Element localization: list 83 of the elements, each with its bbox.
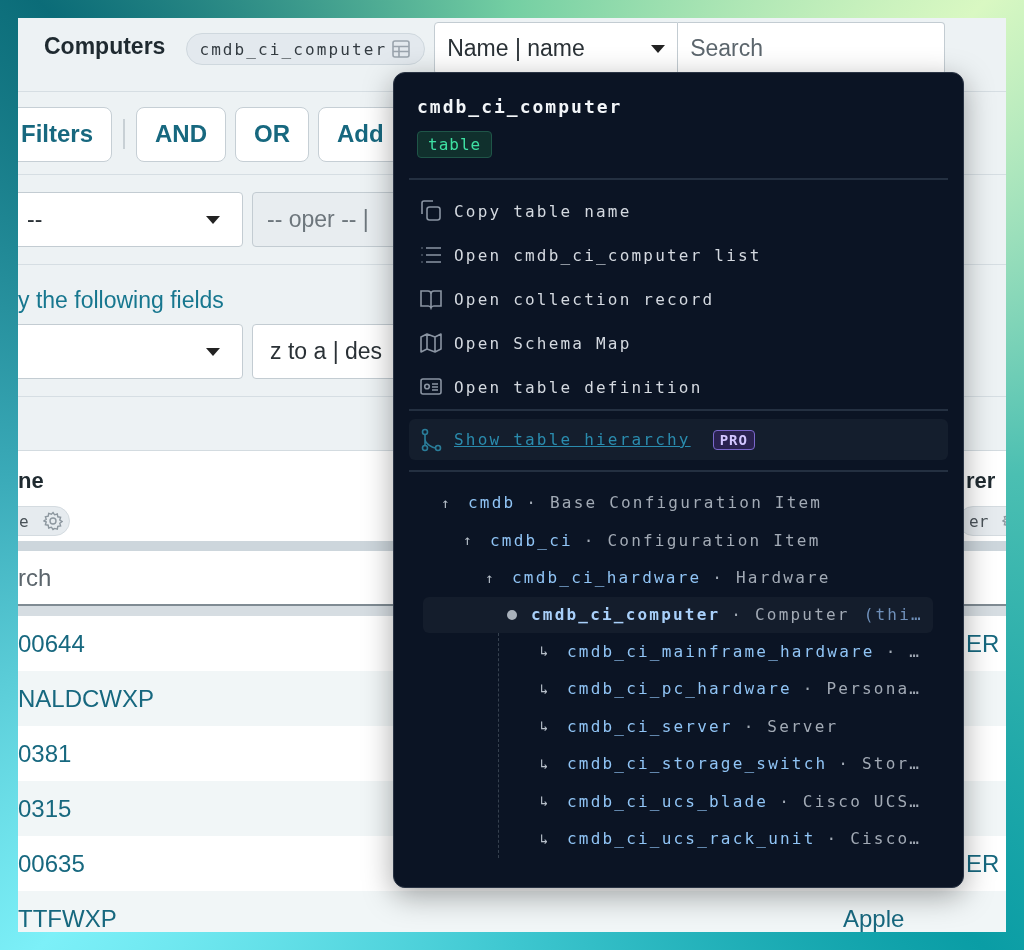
tree-item[interactable]: ↑ cmdb_ci_hardware · Hardware bbox=[423, 559, 933, 597]
tree-item[interactable]: ↳ cmdb_ci_storage_switch · Stor… bbox=[499, 745, 933, 783]
select-value: Name | name bbox=[447, 35, 585, 62]
table-name: cmdb_ci_server bbox=[567, 716, 733, 736]
table-cell: Apple bbox=[843, 904, 905, 932]
select-value: -- bbox=[27, 206, 43, 233]
record-link[interactable]: 0315 bbox=[18, 794, 72, 822]
tree-marker: ↳ bbox=[540, 680, 552, 697]
tree-marker: ↑ bbox=[485, 569, 497, 586]
filter-button[interactable]: Filters bbox=[18, 106, 113, 162]
table-name: cmdb_ci_storage_switch bbox=[567, 754, 828, 774]
hierarchy-row[interactable]: Show table hierarchy PRO bbox=[409, 419, 948, 460]
tree-marker: ↑ bbox=[463, 532, 475, 549]
table-name: cmdb_ci bbox=[490, 530, 573, 550]
table-label: · Stor… bbox=[838, 754, 922, 774]
table-label: · Configuration Item bbox=[583, 530, 821, 550]
map-icon bbox=[420, 332, 442, 354]
table-label: · Computer bbox=[731, 605, 850, 624]
tree-item[interactable]: ↳ cmdb_ci_mainframe_hardware · … bbox=[499, 632, 933, 670]
menu-item-label: Open cmdb_ci_computer list bbox=[454, 245, 762, 265]
table-cell: ER bbox=[966, 849, 1000, 877]
list-icon bbox=[420, 244, 442, 266]
tree-item[interactable]: ↳ cmdb_ci_ucs_rack_unit · Cisco… bbox=[499, 820, 933, 858]
menu-item-label: Open table definition bbox=[454, 377, 703, 397]
caret-icon bbox=[206, 215, 220, 224]
current-dot bbox=[507, 609, 517, 620]
tree-marker: ↳ bbox=[540, 830, 552, 847]
table-label: · Cisco… bbox=[826, 829, 922, 849]
table-name: cmdb_ci_pc_hardware bbox=[567, 679, 792, 699]
caret-icon bbox=[206, 347, 220, 356]
table-label: · … bbox=[885, 641, 922, 661]
pro-badge: PRO bbox=[712, 429, 755, 450]
table-name: cmdb_ci_hardware bbox=[512, 568, 702, 588]
page-title: Computers bbox=[44, 33, 166, 60]
table-name: cmdb bbox=[468, 493, 516, 513]
sort-field-select[interactable] bbox=[18, 324, 243, 379]
tree-marker: ↳ bbox=[540, 643, 552, 660]
book-icon bbox=[420, 288, 442, 310]
table-cell: ER bbox=[966, 629, 1000, 657]
record-link[interactable]: TTFWXP bbox=[18, 904, 117, 932]
table-label: · Server bbox=[743, 716, 839, 736]
field-select[interactable]: Name | name bbox=[434, 22, 679, 75]
table-label: · Cisco UCS… bbox=[779, 791, 922, 811]
tree-item[interactable]: ↑ cmdb_ci · Configuration Item bbox=[423, 521, 933, 559]
menu-item-label: Open collection record bbox=[454, 289, 715, 309]
table-name: cmdb_ci_ucs_blade bbox=[567, 791, 769, 811]
table-note: (thi… bbox=[863, 605, 923, 624]
tree-marker: ↳ bbox=[540, 718, 552, 735]
table-label: · Base Configuration Item bbox=[526, 493, 823, 513]
menu-item[interactable]: Open collection record bbox=[394, 277, 963, 321]
field-select[interactable]: -- bbox=[18, 192, 243, 247]
record-link[interactable]: 00635 bbox=[18, 849, 85, 877]
record-link[interactable]: 0381 bbox=[18, 739, 72, 767]
record-link[interactable]: 00644 bbox=[18, 629, 85, 657]
filter-button[interactable]: AND bbox=[136, 106, 227, 162]
filter-button[interactable]: OR bbox=[235, 106, 310, 162]
caret-icon bbox=[651, 44, 666, 53]
column-header: rer bbox=[966, 468, 996, 494]
table-name: cmdb_ci_ucs_rack_unit bbox=[567, 829, 816, 849]
table-label: · Hardware bbox=[712, 568, 831, 588]
tree-item[interactable]: ↳ cmdb_ci_pc_hardware · Persona… bbox=[499, 670, 933, 708]
tree-marker: ↳ bbox=[540, 755, 552, 772]
search-field[interactable]: Search bbox=[678, 22, 946, 75]
table-chip[interactable]: cmdb_ci_computer bbox=[186, 33, 426, 65]
tree-item[interactable]: cmdb_ci_computer · Computer (thi… bbox=[423, 596, 933, 633]
tree-marker: ↑ bbox=[441, 494, 453, 511]
column-header: ne bbox=[18, 468, 44, 494]
column-chip[interactable]: e bbox=[18, 506, 70, 536]
copy-icon bbox=[420, 200, 442, 222]
table-name: cmdb_ci_mainframe_hardware bbox=[567, 641, 875, 661]
table-label: · Persona… bbox=[802, 679, 922, 699]
id-card-icon bbox=[420, 376, 442, 398]
hierarchy-link[interactable]: Show table hierarchy bbox=[454, 430, 691, 449]
hierarchy-icon bbox=[420, 427, 442, 452]
tree-marker: ↳ bbox=[540, 793, 552, 810]
tree-item[interactable]: ↳ cmdb_ci_ucs_blade · Cisco UCS… bbox=[499, 782, 933, 820]
table-name: cmdb_ci_computer bbox=[531, 605, 721, 624]
table-icon bbox=[392, 40, 411, 58]
gear-icon bbox=[42, 511, 63, 531]
type-badge: table bbox=[417, 131, 493, 158]
tree-item[interactable]: ↑ cmdb · Base Configuration Item bbox=[423, 484, 933, 522]
record-link[interactable]: NALDCWXP bbox=[18, 684, 155, 712]
tree-item[interactable]: ↳ cmdb_ci_server · Server bbox=[499, 707, 933, 745]
